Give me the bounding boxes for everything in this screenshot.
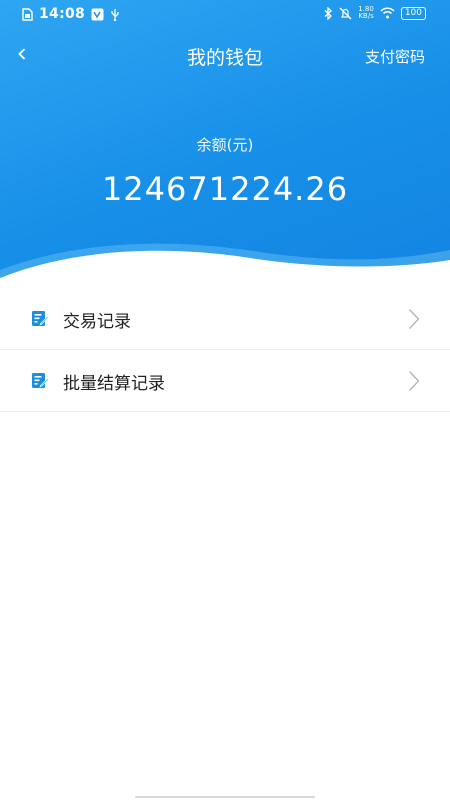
status-time: 14:08 xyxy=(39,6,86,22)
chevron-right-icon xyxy=(408,371,420,391)
bluetooth-icon xyxy=(324,6,333,20)
edit-note-icon xyxy=(32,373,49,388)
usb-icon xyxy=(111,8,119,21)
network-speed: 1.80 KB/s xyxy=(358,5,374,20)
chevron-left-icon xyxy=(18,48,26,60)
edit-note-icon xyxy=(32,311,49,326)
payment-password-button[interactable]: 支付密码 xyxy=(365,46,425,67)
back-button[interactable] xyxy=(10,42,34,66)
nav-bar: 我的钱包 支付密码 xyxy=(0,36,450,76)
wifi-icon xyxy=(380,7,395,19)
transaction-records-item[interactable]: 交易记录 xyxy=(0,288,450,350)
menu-item-label: 批量结算记录 xyxy=(63,374,165,394)
status-bar: 14:08 1.80 KB/s 100 xyxy=(0,0,450,30)
batch-settlement-records-item[interactable]: 批量结算记录 xyxy=(0,350,450,412)
balance-amount: 124671224.26 xyxy=(101,170,349,208)
sim-card-icon xyxy=(22,7,33,21)
app-notification-icon xyxy=(91,8,104,20)
home-indicator[interactable] xyxy=(135,796,315,798)
chevron-right-icon xyxy=(408,309,420,329)
battery-indicator: 100 xyxy=(400,6,426,20)
mute-icon xyxy=(339,7,352,19)
header-wave xyxy=(0,243,450,290)
balance-label: 余额(元) xyxy=(196,136,254,154)
menu-item-label: 交易记录 xyxy=(63,312,131,332)
menu-list: 交易记录 批量结算记录 xyxy=(0,288,450,412)
